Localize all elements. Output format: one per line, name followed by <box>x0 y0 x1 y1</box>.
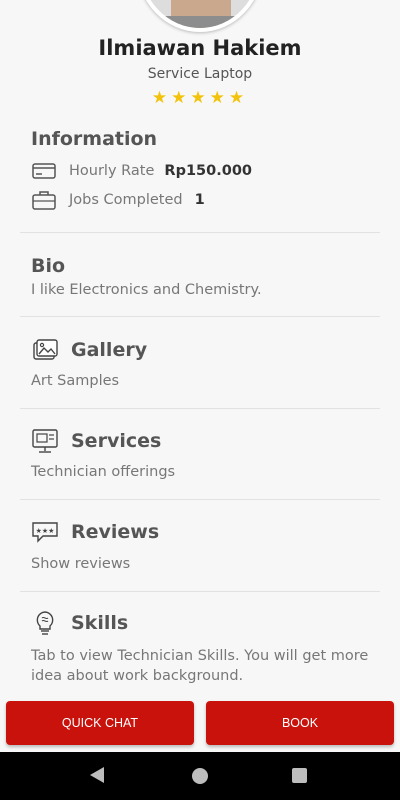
services-desc: Technician offerings <box>31 464 176 480</box>
jobs-completed-label: Jobs Completed <box>69 192 183 208</box>
gallery-desc: Art Samples <box>31 373 120 389</box>
bio-text: I like Electronics and Chemistry. <box>31 282 262 298</box>
gallery-icon <box>33 339 58 360</box>
skills-title: Skills <box>71 612 129 634</box>
divider <box>20 316 380 317</box>
gallery-title: Gallery <box>71 339 148 361</box>
monitor-icon <box>32 429 58 453</box>
quick-chat-button[interactable]: Quick Chat <box>6 701 194 745</box>
back-icon[interactable] <box>90 767 104 783</box>
divider <box>20 499 380 500</box>
divider <box>20 591 380 592</box>
skills-desc: Tab to view Technician Skills. You will … <box>31 648 369 684</box>
reviews-header[interactable]: ★★★ Reviews <box>31 519 159 545</box>
divider <box>20 232 380 233</box>
reviews-desc: Show reviews <box>31 556 131 572</box>
services-header[interactable]: Services <box>31 428 161 454</box>
jobs-completed-row: Jobs Completed 1 <box>31 190 205 210</box>
information-title: Information <box>31 128 158 150</box>
lightbulb-icon <box>36 611 54 635</box>
reviews-title: Reviews <box>71 521 160 543</box>
svg-text:★★★: ★★★ <box>36 527 55 535</box>
review-stars-icon: ★★★ <box>32 522 58 543</box>
recent-apps-icon[interactable] <box>292 768 307 783</box>
technician-name: Ilmiawan Hakiem <box>98 36 302 60</box>
rating-stars: ★★★★★ <box>151 88 249 108</box>
avatar-shirt <box>151 16 251 28</box>
hourly-rate-row: Hourly Rate Rp150.000 <box>31 161 252 181</box>
technician-subtitle: Service Laptop <box>147 66 253 82</box>
gallery-header[interactable]: Gallery <box>31 337 147 363</box>
skills-header[interactable]: Skills <box>31 610 128 636</box>
divider <box>20 408 380 409</box>
system-nav-bar <box>0 752 400 800</box>
hourly-rate-label: Hourly Rate <box>69 163 155 179</box>
hourly-rate-value: Rp150.000 <box>164 163 252 179</box>
book-button[interactable]: Book <box>206 701 394 745</box>
jobs-completed-value: 1 <box>194 192 205 208</box>
avatar <box>137 0 263 32</box>
bio-title: Bio <box>31 255 66 277</box>
home-icon[interactable] <box>192 768 208 784</box>
credit-card-icon <box>31 161 57 181</box>
services-title: Services <box>71 430 162 452</box>
briefcase-icon <box>31 190 57 210</box>
